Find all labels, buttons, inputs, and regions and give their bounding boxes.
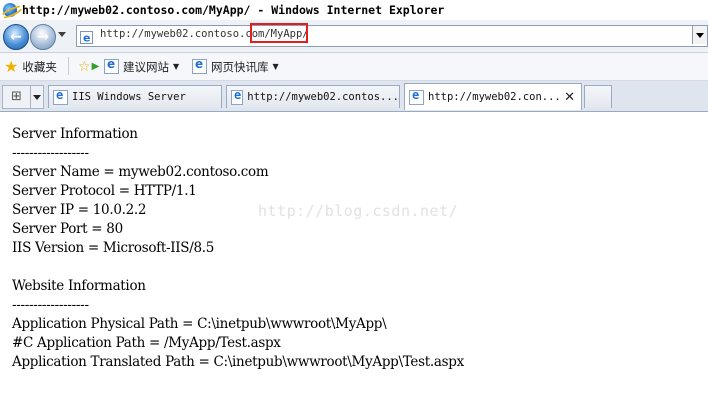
forward-arrow-icon: → bbox=[37, 29, 49, 45]
add-to-favorites-button[interactable]: ☆ ▶ bbox=[78, 53, 103, 80]
address-bar[interactable]: e http://myweb02.contoso.com/MyApp/ bbox=[76, 23, 708, 47]
grid-icon: ⊞ bbox=[11, 89, 22, 104]
page-icon: e bbox=[80, 29, 93, 45]
server-protocol-line: Server Protocol = HTTP/1.1 bbox=[12, 183, 197, 199]
tab-myweb02[interactable]: http://myweb02.contos... bbox=[226, 85, 400, 108]
quick-tabs-button[interactable]: ⊞ bbox=[2, 85, 31, 109]
url-path-highlight bbox=[250, 23, 308, 43]
watermark: http://blog.csdn.net/ bbox=[258, 202, 459, 220]
suggested-sites-button[interactable]: 建议网站 ▼ bbox=[104, 53, 179, 80]
tab-iis-windows-server[interactable]: IIS Windows Server bbox=[48, 85, 222, 108]
server-port-line: Server Port = 80 bbox=[12, 221, 123, 237]
chevron-down-icon: ▼ bbox=[173, 62, 180, 71]
web-slice-gallery-label: 网页快讯库 bbox=[211, 59, 269, 74]
back-button[interactable]: ← bbox=[3, 24, 29, 50]
favorites-button[interactable]: ★ 收藏夹 bbox=[4, 53, 57, 80]
separator-line: ------------------ bbox=[12, 145, 89, 161]
iis-version-line: IIS Version = Microsoft-IIS/8.5 bbox=[12, 240, 215, 256]
close-tab-icon[interactable]: ✕ bbox=[564, 90, 575, 105]
chevron-down-icon: ▼ bbox=[272, 62, 279, 71]
translated-path-line: Application Translated Path = C:\inetpub… bbox=[12, 354, 464, 370]
section-heading-website: Website Information bbox=[12, 278, 146, 294]
ie-page-icon bbox=[231, 88, 244, 105]
server-name-line: Server Name = myweb02.contoso.com bbox=[12, 164, 269, 180]
ie-page-icon bbox=[104, 57, 119, 74]
favorites-label: 收藏夹 bbox=[22, 59, 57, 74]
tab-label: http://myweb02.con... bbox=[428, 91, 561, 103]
physical-path-line: Application Physical Path = C:\inetpub\w… bbox=[12, 316, 387, 332]
section-heading-server: Server Information bbox=[12, 126, 138, 142]
internet-explorer-icon bbox=[3, 3, 17, 17]
application-path-line: #C Application Path = /MyApp/Test.aspx bbox=[12, 335, 281, 351]
tab-list-dropdown[interactable] bbox=[30, 85, 44, 109]
web-slice-gallery-button[interactable]: 网页快讯库 ▼ bbox=[192, 53, 279, 80]
back-arrow-icon: ← bbox=[10, 29, 22, 45]
tab-active-myweb02[interactable]: http://myweb02.con... ✕ bbox=[404, 83, 582, 110]
star-icon: ★ bbox=[4, 57, 19, 76]
address-dropdown-button[interactable] bbox=[692, 26, 707, 44]
toolbar-divider bbox=[68, 57, 69, 75]
favorites-bar: ★ 收藏夹 ☆ ▶ 建议网站 ▼ 网页快讯库 ▼ bbox=[0, 53, 708, 81]
ie-page-icon bbox=[53, 88, 68, 105]
suggested-sites-label: 建议网站 bbox=[123, 59, 169, 74]
green-arrow-icon: ▶ bbox=[91, 61, 100, 72]
separator-line: ------------------ bbox=[12, 297, 89, 313]
recent-pages-dropdown[interactable] bbox=[58, 32, 66, 37]
tab-label: http://myweb02.contos... bbox=[247, 91, 399, 103]
tab-label: IIS Windows Server bbox=[72, 91, 186, 103]
add-favorite-star-icon: ☆ bbox=[78, 58, 91, 75]
ie-page-icon bbox=[409, 88, 424, 105]
title-bar: http://myweb02.contoso.com/MyApp/ - Wind… bbox=[0, 0, 708, 20]
forward-button[interactable]: → bbox=[30, 24, 56, 50]
tab-bar: ⊞ IIS Windows Server http://myweb02.cont… bbox=[0, 81, 708, 112]
page-content: http://blog.csdn.net/ Server Information… bbox=[0, 112, 708, 407]
svg-text:e: e bbox=[83, 32, 90, 45]
navigation-bar: ← → e http://myweb02.contoso.com/MyApp/ bbox=[0, 20, 708, 53]
server-ip-line: Server IP = 10.0.2.2 bbox=[12, 202, 147, 218]
window-title: http://myweb02.contoso.com/MyApp/ - Wind… bbox=[22, 3, 445, 17]
ie-page-icon bbox=[192, 57, 207, 74]
new-tab-button[interactable] bbox=[584, 85, 612, 108]
